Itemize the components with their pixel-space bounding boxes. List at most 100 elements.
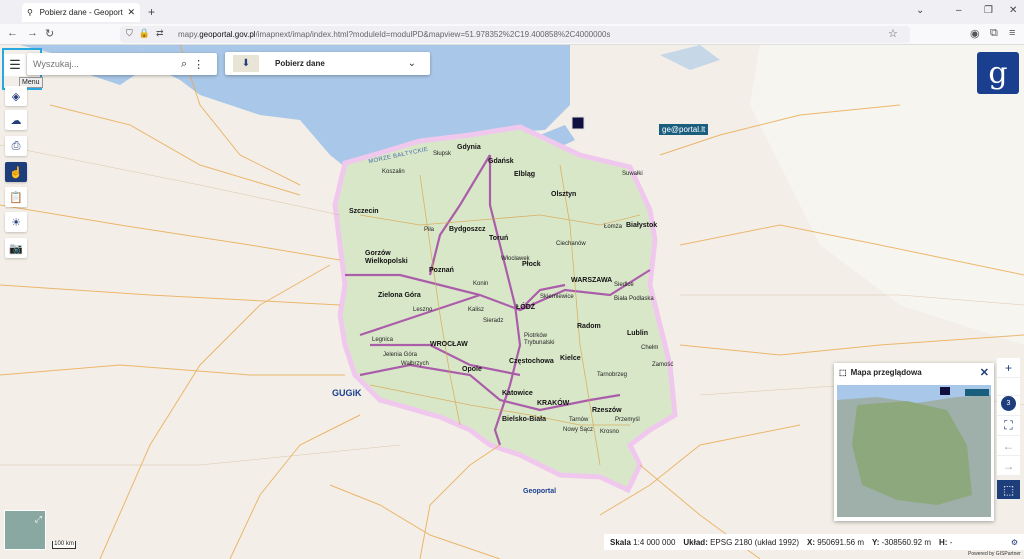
scale-value[interactable]: 1:4 000 000: [633, 538, 675, 547]
overview-map[interactable]: [837, 385, 991, 517]
map-label-city: Szczecin: [349, 208, 379, 215]
next-view-button[interactable]: →: [997, 456, 1020, 476]
map-label-city: Chełm: [641, 345, 659, 351]
map-label-city: Bydgoszcz: [449, 226, 486, 233]
layers-icon: ◈: [11, 90, 21, 103]
scale-label: Skala: [610, 537, 631, 547]
search-icon[interactable]: ⌕: [181, 58, 187, 71]
download-label: Pobierz dane: [275, 59, 325, 68]
map-label-city: Biała Podlaska: [614, 296, 654, 302]
clipboard-button[interactable]: 📋: [5, 187, 27, 207]
print-button[interactable]: ⎙: [5, 136, 27, 156]
map-label-city: Skierniewice: [540, 294, 574, 300]
more-options-icon[interactable]: ⋮: [193, 58, 204, 71]
map-label-city: Piła: [424, 227, 435, 233]
map-label-city: Poznań: [429, 267, 454, 274]
select-tool-button[interactable]: ☝: [5, 162, 27, 182]
chevron-down-icon[interactable]: ⌄: [408, 58, 416, 69]
arrow-left-icon: ←: [1002, 438, 1015, 453]
map-label-city: Słupsk: [433, 151, 452, 157]
map-label-city: Krosno: [600, 429, 620, 435]
zoom-in-button[interactable]: +: [997, 358, 1020, 378]
restore-icon[interactable]: ❐: [984, 5, 993, 16]
map-label-city: Gorzów Wielkopolski: [365, 250, 408, 265]
close-window-icon[interactable]: ✕: [1009, 5, 1017, 16]
cloud-button[interactable]: ☁: [5, 110, 27, 130]
bookmark-star-icon[interactable]: ☆: [888, 27, 898, 40]
fullscreen-button[interactable]: ⛶: [997, 416, 1020, 436]
screenshot-button[interactable]: 📷: [5, 238, 27, 258]
zoom-controls: + − ⛶ ← → ⬚: [997, 358, 1020, 500]
plus-icon: +: [1004, 360, 1012, 375]
account-icon[interactable]: ◉: [970, 27, 980, 40]
back-icon[interactable]: ←: [7, 27, 18, 39]
map-label-city: WROCŁAW: [430, 341, 468, 348]
cloud-icon: ☁: [10, 114, 22, 127]
map-label-city: Jelenia Góra: [383, 352, 418, 358]
extensions-icon[interactable]: ⧉: [990, 27, 998, 40]
crs-value[interactable]: EPSG 2180 (układ 1992): [710, 538, 799, 547]
url-domain: geoportal.gov.pl: [199, 30, 256, 39]
crs-label: Układ:: [683, 537, 708, 547]
y-label: Y:: [871, 537, 880, 547]
map-label-city: Konin: [473, 281, 489, 287]
map-label-city: Suwałki: [622, 171, 643, 177]
forward-icon[interactable]: →: [27, 27, 38, 39]
map-label-city: Lublin: [627, 330, 648, 337]
map-label-city: Zielona Góra: [378, 292, 421, 299]
x-label: X:: [807, 537, 816, 547]
map-label-city: Włocławek: [501, 256, 530, 262]
sunrise-icon: ☀: [11, 216, 21, 229]
zoom-level-badge: 3: [1001, 396, 1016, 411]
map-label-city: Łomża: [604, 224, 623, 230]
browser-tab[interactable]: ⚲ Pobierz dane - Geoportal - GUGIK ✕: [22, 3, 140, 22]
previous-view-button[interactable]: ←: [997, 436, 1020, 456]
basemap-switcher[interactable]: ⤢: [4, 510, 46, 550]
map-label-city: Gdańsk: [488, 158, 514, 165]
map-label-city: Tarnobrzeg: [597, 372, 628, 378]
settings-icon[interactable]: ⚙: [1011, 538, 1018, 547]
security-icons: ⛉🔒⇄: [126, 28, 170, 38]
map-label-city: Sieradz: [483, 318, 504, 324]
map-label-city: Opole: [462, 366, 482, 373]
close-tab-icon[interactable]: ✕: [127, 7, 135, 18]
lithuania-geoportal-badge[interactable]: ge@portal.lt: [659, 124, 709, 135]
tab-list-icon[interactable]: ⌄: [916, 5, 924, 16]
map-label-city: Piotrków Trybunalski: [524, 333, 555, 346]
map-label-city: Płock: [522, 261, 541, 268]
scale-bar: 100 km: [52, 541, 76, 549]
geoportal-mark-label: Geoportal: [523, 488, 557, 495]
search-input[interactable]: [33, 59, 173, 69]
minimize-icon[interactable]: –: [956, 5, 962, 16]
browser-tabbar: ⚲ Pobierz dane - Geoportal - GUGIK ✕ + ⌄…: [0, 0, 1024, 24]
print-icon: ⎙: [11, 139, 21, 152]
status-bar: Skala 1:4 000 000 Układ: EPSG 2180 (ukła…: [604, 534, 1024, 550]
menu-button[interactable]: ☰: [4, 54, 26, 76]
new-tab-icon[interactable]: +: [148, 5, 155, 19]
map-label-city: Legnica: [372, 337, 394, 343]
overview-panel: ⬚ Mapa przeglądowa ✕: [834, 363, 994, 521]
url-bar[interactable]: mapy. geoportal.gov.pl/imapnext/imap/inde…: [120, 26, 910, 43]
download-panel[interactable]: ⬇ Pobierz dane ⌄: [225, 52, 430, 75]
map-label-city: Zamość: [652, 362, 674, 368]
overview-toggle-button[interactable]: ⬚: [997, 480, 1020, 500]
map-label-city: Kielce: [560, 355, 581, 362]
map-label-city: ŁÓDŹ: [516, 304, 536, 311]
map-label-city: Olsztyn: [551, 191, 577, 198]
search-box: ⌕ ⋮: [27, 53, 217, 75]
fullscreen-icon: ⛶: [1004, 418, 1013, 432]
layers-button[interactable]: ◈: [5, 86, 27, 106]
map-label-city: Gdynia: [457, 144, 481, 151]
reload-icon[interactable]: ↻: [45, 27, 54, 40]
x-value: 950691.56 m: [817, 537, 864, 547]
app-menu-icon[interactable]: ≡: [1009, 27, 1015, 39]
weather-button[interactable]: ☀: [5, 212, 27, 232]
map-label-city: Koszalin: [382, 169, 405, 175]
overview-map-icon: ⬚: [1002, 482, 1015, 497]
map-label-city: Częstochowa: [509, 358, 554, 365]
powered-by: Powered by GISPartner: [968, 551, 1021, 557]
h-value: -: [949, 537, 953, 547]
close-icon[interactable]: ✕: [980, 366, 989, 379]
map-label-city: Elbląg: [514, 171, 536, 178]
geoportal-logo[interactable]: g: [977, 52, 1019, 94]
